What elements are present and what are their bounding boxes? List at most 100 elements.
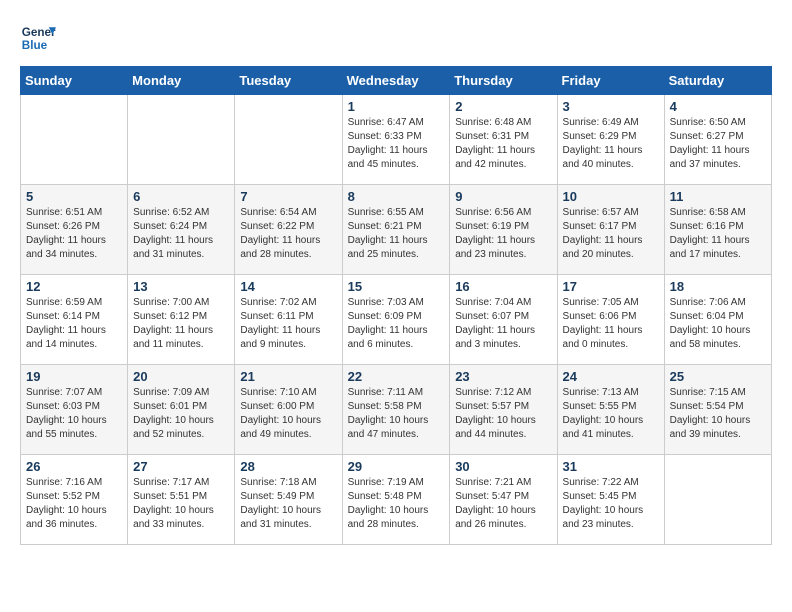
calendar-cell: 22 Sunrise: 7:11 AM Sunset: 5:58 PM Dayli…: [342, 365, 450, 455]
day-info: Sunrise: 7:19 AM Sunset: 5:48 PM Dayligh…: [348, 476, 445, 532]
day-number: 6: [133, 189, 229, 204]
day-info: Sunrise: 6:54 AM Sunset: 6:22 PM Dayligh…: [240, 206, 336, 262]
calendar-table: SundayMondayTuesdayWednesdayThursdayFrid…: [20, 66, 772, 545]
calendar-cell: 23 Sunrise: 7:12 AM Sunset: 5:57 PM Dayli…: [450, 365, 557, 455]
day-number: 3: [563, 99, 659, 114]
calendar-cell: 24 Sunrise: 7:13 AM Sunset: 5:55 PM Dayli…: [557, 365, 664, 455]
day-info: Sunrise: 6:58 AM Sunset: 6:16 PM Dayligh…: [670, 206, 766, 262]
day-number: 17: [563, 279, 659, 294]
day-number: 31: [563, 459, 659, 474]
day-info: Sunrise: 6:52 AM Sunset: 6:24 PM Dayligh…: [133, 206, 229, 262]
day-info: Sunrise: 7:10 AM Sunset: 6:00 PM Dayligh…: [240, 386, 336, 442]
day-number: 15: [348, 279, 445, 294]
day-number: 27: [133, 459, 229, 474]
day-number: 26: [26, 459, 122, 474]
day-info: Sunrise: 6:55 AM Sunset: 6:21 PM Dayligh…: [348, 206, 445, 262]
logo: General Blue: [20, 20, 56, 56]
day-info: Sunrise: 7:13 AM Sunset: 5:55 PM Dayligh…: [563, 386, 659, 442]
calendar-week-row: 12 Sunrise: 6:59 AM Sunset: 6:14 PM Dayli…: [21, 275, 772, 365]
calendar-cell: [235, 95, 342, 185]
day-number: 1: [348, 99, 445, 114]
calendar-week-row: 5Sunrise: 6:51 AM Sunset: 6:26 PM Daylig…: [21, 185, 772, 275]
day-info: Sunrise: 7:18 AM Sunset: 5:49 PM Dayligh…: [240, 476, 336, 532]
weekday-header-friday: Friday: [557, 67, 664, 95]
day-number: 19: [26, 369, 122, 384]
day-info: Sunrise: 6:48 AM Sunset: 6:31 PM Dayligh…: [455, 116, 551, 172]
day-info: Sunrise: 7:06 AM Sunset: 6:04 PM Dayligh…: [670, 296, 766, 352]
calendar-cell: [128, 95, 235, 185]
calendar-cell: 16 Sunrise: 7:04 AM Sunset: 6:07 PM Dayli…: [450, 275, 557, 365]
day-info: Sunrise: 6:57 AM Sunset: 6:17 PM Dayligh…: [563, 206, 659, 262]
day-info: Sunrise: 6:50 AM Sunset: 6:27 PM Dayligh…: [670, 116, 766, 172]
calendar-cell: 30Sunrise: 7:21 AM Sunset: 5:47 PM Dayli…: [450, 455, 557, 545]
day-number: 13: [133, 279, 229, 294]
calendar-cell: 26 Sunrise: 7:16 AM Sunset: 5:52 PM Dayli…: [21, 455, 128, 545]
calendar-cell: 1Sunrise: 6:47 AM Sunset: 6:33 PM Daylig…: [342, 95, 450, 185]
day-info: Sunrise: 7:16 AM Sunset: 5:52 PM Dayligh…: [26, 476, 122, 532]
day-number: 30: [455, 459, 551, 474]
calendar-cell: 10 Sunrise: 6:57 AM Sunset: 6:17 PM Dayli…: [557, 185, 664, 275]
page-header: General Blue: [20, 20, 772, 56]
day-info: Sunrise: 7:07 AM Sunset: 6:03 PM Dayligh…: [26, 386, 122, 442]
day-number: 7: [240, 189, 336, 204]
calendar-week-row: 26 Sunrise: 7:16 AM Sunset: 5:52 PM Dayli…: [21, 455, 772, 545]
weekday-header-thursday: Thursday: [450, 67, 557, 95]
day-number: 14: [240, 279, 336, 294]
day-number: 9: [455, 189, 551, 204]
day-number: 25: [670, 369, 766, 384]
calendar-header-row: SundayMondayTuesdayWednesdayThursdayFrid…: [21, 67, 772, 95]
day-number: 4: [670, 99, 766, 114]
calendar-cell: 14Sunrise: 7:02 AM Sunset: 6:11 PM Dayli…: [235, 275, 342, 365]
day-info: Sunrise: 6:59 AM Sunset: 6:14 PM Dayligh…: [26, 296, 122, 352]
calendar-cell: 7 Sunrise: 6:54 AM Sunset: 6:22 PM Daylig…: [235, 185, 342, 275]
day-info: Sunrise: 7:04 AM Sunset: 6:07 PM Dayligh…: [455, 296, 551, 352]
calendar-cell: 31 Sunrise: 7:22 AM Sunset: 5:45 PM Dayli…: [557, 455, 664, 545]
calendar-cell: [664, 455, 771, 545]
calendar-cell: [21, 95, 128, 185]
calendar-cell: 8Sunrise: 6:55 AM Sunset: 6:21 PM Daylig…: [342, 185, 450, 275]
calendar-cell: 12 Sunrise: 6:59 AM Sunset: 6:14 PM Dayli…: [21, 275, 128, 365]
day-number: 11: [670, 189, 766, 204]
calendar-cell: 4 Sunrise: 6:50 AM Sunset: 6:27 PM Daylig…: [664, 95, 771, 185]
weekday-header-saturday: Saturday: [664, 67, 771, 95]
calendar-cell: 18 Sunrise: 7:06 AM Sunset: 6:04 PM Dayli…: [664, 275, 771, 365]
day-info: Sunrise: 7:09 AM Sunset: 6:01 PM Dayligh…: [133, 386, 229, 442]
calendar-week-row: 19 Sunrise: 7:07 AM Sunset: 6:03 PM Dayli…: [21, 365, 772, 455]
calendar-cell: 9Sunrise: 6:56 AM Sunset: 6:19 PM Daylig…: [450, 185, 557, 275]
weekday-header-sunday: Sunday: [21, 67, 128, 95]
day-info: Sunrise: 6:49 AM Sunset: 6:29 PM Dayligh…: [563, 116, 659, 172]
calendar-week-row: 1Sunrise: 6:47 AM Sunset: 6:33 PM Daylig…: [21, 95, 772, 185]
day-number: 10: [563, 189, 659, 204]
calendar-cell: 3 Sunrise: 6:49 AM Sunset: 6:29 PM Daylig…: [557, 95, 664, 185]
weekday-header-tuesday: Tuesday: [235, 67, 342, 95]
day-number: 16: [455, 279, 551, 294]
day-info: Sunrise: 7:12 AM Sunset: 5:57 PM Dayligh…: [455, 386, 551, 442]
calendar-cell: 6 Sunrise: 6:52 AM Sunset: 6:24 PM Daylig…: [128, 185, 235, 275]
calendar-cell: 13 Sunrise: 7:00 AM Sunset: 6:12 PM Dayli…: [128, 275, 235, 365]
day-info: Sunrise: 7:11 AM Sunset: 5:58 PM Dayligh…: [348, 386, 445, 442]
day-info: Sunrise: 6:51 AM Sunset: 6:26 PM Dayligh…: [26, 206, 122, 262]
day-info: Sunrise: 7:03 AM Sunset: 6:09 PM Dayligh…: [348, 296, 445, 352]
day-info: Sunrise: 7:05 AM Sunset: 6:06 PM Dayligh…: [563, 296, 659, 352]
calendar-cell: 27 Sunrise: 7:17 AM Sunset: 5:51 PM Dayli…: [128, 455, 235, 545]
calendar-cell: 25 Sunrise: 7:15 AM Sunset: 5:54 PM Dayli…: [664, 365, 771, 455]
day-number: 29: [348, 459, 445, 474]
day-info: Sunrise: 7:15 AM Sunset: 5:54 PM Dayligh…: [670, 386, 766, 442]
day-info: Sunrise: 7:22 AM Sunset: 5:45 PM Dayligh…: [563, 476, 659, 532]
calendar-cell: 28Sunrise: 7:18 AM Sunset: 5:49 PM Dayli…: [235, 455, 342, 545]
day-number: 22: [348, 369, 445, 384]
calendar-cell: 11 Sunrise: 6:58 AM Sunset: 6:16 PM Dayli…: [664, 185, 771, 275]
day-number: 21: [240, 369, 336, 384]
logo-icon: General Blue: [20, 20, 56, 56]
day-number: 23: [455, 369, 551, 384]
calendar-cell: 5Sunrise: 6:51 AM Sunset: 6:26 PM Daylig…: [21, 185, 128, 275]
svg-text:Blue: Blue: [22, 39, 48, 52]
calendar-cell: 29 Sunrise: 7:19 AM Sunset: 5:48 PM Dayli…: [342, 455, 450, 545]
calendar-cell: 21 Sunrise: 7:10 AM Sunset: 6:00 PM Dayli…: [235, 365, 342, 455]
day-info: Sunrise: 7:17 AM Sunset: 5:51 PM Dayligh…: [133, 476, 229, 532]
day-number: 12: [26, 279, 122, 294]
day-number: 18: [670, 279, 766, 294]
calendar-cell: 2Sunrise: 6:48 AM Sunset: 6:31 PM Daylig…: [450, 95, 557, 185]
day-info: Sunrise: 7:00 AM Sunset: 6:12 PM Dayligh…: [133, 296, 229, 352]
day-number: 24: [563, 369, 659, 384]
